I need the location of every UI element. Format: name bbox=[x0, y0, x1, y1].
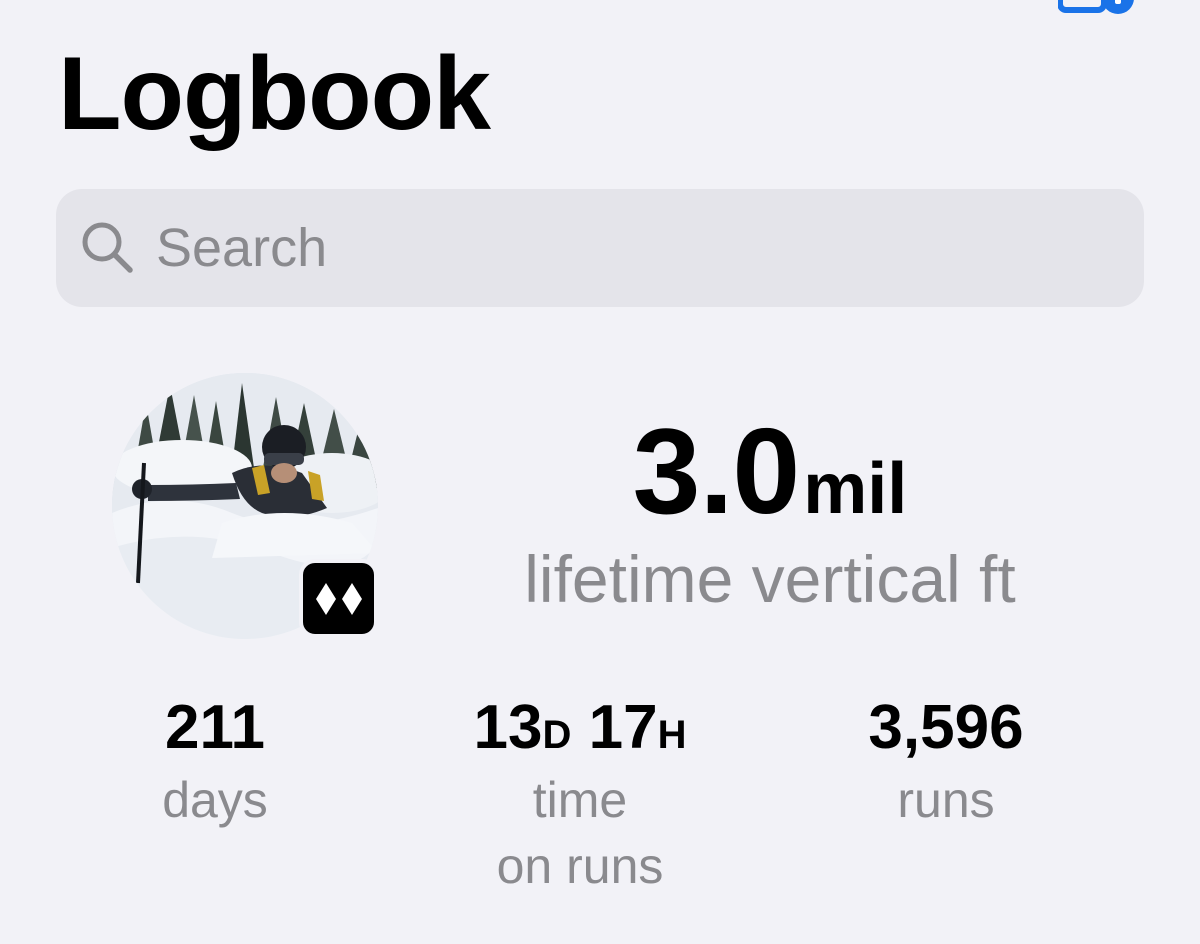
lifetime-vertical-label: lifetime vertical ft bbox=[524, 542, 1016, 616]
time-days-number: 13 bbox=[473, 693, 543, 762]
days-value: 211 bbox=[164, 693, 266, 762]
runs-label: runs bbox=[897, 772, 995, 829]
runs-stat: 3,596 runs bbox=[776, 692, 1116, 833]
page-title: Logbook bbox=[58, 36, 491, 152]
time-hours-unit: H bbox=[657, 713, 687, 757]
runs-value: 3,596 bbox=[868, 693, 1024, 762]
double-black-diamond-icon bbox=[315, 582, 362, 615]
level-badge bbox=[299, 559, 378, 638]
profile-action-icon[interactable] bbox=[1058, 0, 1138, 14]
time-hours-number: 17 bbox=[588, 693, 658, 762]
search-bar[interactable] bbox=[56, 189, 1144, 307]
time-on-runs-label: time on runs bbox=[410, 767, 750, 899]
search-icon bbox=[82, 222, 133, 273]
days-stat: 211 days bbox=[45, 692, 385, 833]
lifetime-vertical-unit: mil bbox=[803, 449, 908, 529]
time-days-unit: D bbox=[542, 713, 572, 757]
search-input[interactable] bbox=[156, 217, 1056, 279]
time-label-line1: time bbox=[532, 772, 628, 829]
days-label: days bbox=[162, 772, 268, 829]
lifetime-vertical-value: 3.0 mil bbox=[633, 410, 908, 532]
time-label-line2: on runs bbox=[496, 838, 664, 895]
lifetime-vertical-stat: 3.0 mil lifetime vertical ft bbox=[440, 410, 1100, 612]
lifetime-vertical-number: 3.0 bbox=[632, 403, 801, 539]
time-on-runs-value: 13D 17H bbox=[410, 692, 750, 763]
time-on-runs-stat: 13D 17H time on runs bbox=[410, 692, 750, 899]
